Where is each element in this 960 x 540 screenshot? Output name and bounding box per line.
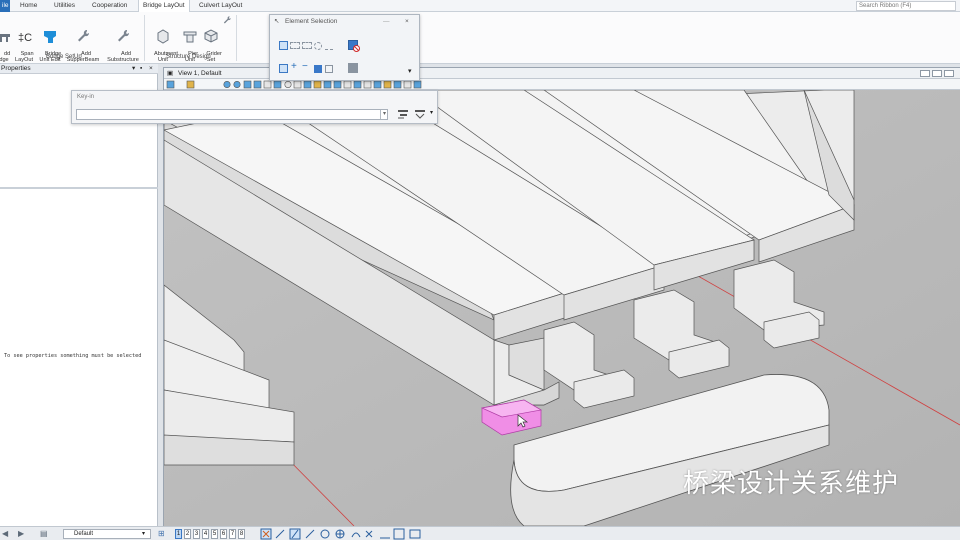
wrench-icon: [78, 29, 90, 42]
viewport-3d[interactable]: [164, 90, 960, 526]
minimize-icon[interactable]: —: [383, 15, 390, 29]
dropdown-icon[interactable]: ▾: [132, 64, 135, 74]
svg-text:‡C: ‡C: [18, 32, 32, 44]
bridge-unit-edit-icon: [44, 31, 56, 43]
keyin-title: Key-in: [77, 94, 95, 100]
select-circle-button[interactable]: [314, 42, 322, 50]
keyin-history-icon[interactable]: [414, 108, 426, 120]
span-layout-button[interactable]: ‡C Span LayOut: [12, 16, 36, 69]
ribbon-tab-bar: ile Home Utilities Cooperation Bridge La…: [0, 0, 960, 12]
grider-set-button[interactable]: Grider Set: [200, 16, 222, 69]
element-selection-title: Element Selection: [285, 18, 338, 25]
ribbon-search-input[interactable]: Search Ribbon (F4): [856, 1, 956, 11]
select-block-button[interactable]: [290, 42, 300, 49]
properties-title: Properties: [1, 65, 31, 72]
status-bar: ◀ ▶ ▤ Default ▾ ⊞ 1 2 3 4 5 6 7 8: [0, 526, 960, 540]
level-value: Default: [74, 531, 94, 537]
add-bridge-icon: [0, 34, 10, 42]
view-button-1[interactable]: 1: [175, 529, 182, 539]
ribbon-panel: dd dge ‡C Span LayOut Bridge Unit Edit A…: [0, 12, 960, 64]
view-button-7[interactable]: 7: [229, 529, 236, 539]
mode-subtract-icon[interactable]: −: [302, 61, 308, 72]
wrench-icon[interactable]: [222, 15, 232, 25]
pier-unit-button[interactable]: Pier Unit: [180, 16, 200, 69]
mode-invert-button[interactable]: [314, 65, 322, 73]
view-button-3[interactable]: 3: [193, 529, 200, 539]
folder-icon[interactable]: ▤: [40, 529, 48, 538]
keyin-input[interactable]: ▾: [76, 109, 388, 120]
element-selection-title-bar: ↖ Element Selection — ×: [270, 15, 419, 29]
pin-icon[interactable]: ▪: [140, 64, 142, 74]
group-separator: [236, 15, 237, 61]
close-icon[interactable]: ×: [405, 15, 409, 29]
group-separator: [144, 15, 145, 61]
tab-utilities[interactable]: Utilities: [50, 0, 79, 12]
view-button-5[interactable]: 5: [211, 529, 218, 539]
add-bridge-button[interactable]: dd dge: [0, 16, 12, 69]
chevron-down-icon[interactable]: ▾: [142, 530, 145, 539]
back-icon[interactable]: ◀: [2, 529, 8, 538]
view-button-4[interactable]: 4: [202, 529, 209, 539]
wrench-icon: [118, 29, 130, 42]
maximize-button[interactable]: [932, 70, 942, 77]
properties-splitter[interactable]: [0, 187, 158, 189]
select-filter-button[interactable]: [348, 63, 358, 73]
add-substructure-button[interactable]: Add Substructure: [103, 16, 143, 69]
view-icon: ▣: [167, 70, 174, 77]
span-layout-icon: ‡C: [18, 32, 32, 44]
pier-icon: [183, 31, 197, 43]
add-bridge-label: dd dge: [0, 51, 11, 63]
selection-arrow-icon: ↖: [274, 18, 280, 25]
tab-culvert-layout[interactable]: Culvert LayOut: [195, 0, 246, 12]
no-entry-icon: [353, 45, 360, 52]
minimize-button[interactable]: [920, 70, 930, 77]
close-button[interactable]: [944, 70, 954, 77]
mode-add-icon[interactable]: +: [291, 61, 297, 72]
keyin-browse-icon[interactable]: [397, 108, 409, 120]
properties-empty-message: To see properties something must be sele…: [4, 353, 142, 359]
view-title: View 1, Default: [178, 70, 222, 77]
keyin-menu-icon[interactable]: ▾: [430, 109, 433, 116]
chevron-down-icon[interactable]: ▾: [408, 67, 412, 75]
select-line-button[interactable]: [325, 42, 333, 50]
snap-toolbar-icons[interactable]: [260, 528, 435, 540]
view-button-8[interactable]: 8: [238, 529, 245, 539]
add-substructure-label: Add Substructure: [107, 51, 139, 63]
properties-header: Properties ▾ ▪ ×: [0, 64, 158, 74]
forward-icon[interactable]: ▶: [18, 529, 24, 538]
span-layout-label: Span LayOut: [14, 51, 34, 63]
select-individual-button[interactable]: [279, 41, 288, 50]
group-label-bridge-setup: Bridge SetUp: [46, 54, 82, 60]
abutment-icon: [157, 29, 169, 44]
bridge-unit-edit-button[interactable]: Bridge Unit Edit: [37, 16, 63, 69]
view-groups-icon[interactable]: ⊞: [158, 529, 165, 538]
tab-bridge-layout[interactable]: Bridge LayOut: [138, 0, 190, 12]
level-selector[interactable]: Default ▾: [63, 529, 151, 539]
group-label-structure-design: Structure Design: [166, 54, 211, 60]
chevron-down-icon[interactable]: ▾: [380, 110, 388, 119]
properties-panel: [0, 64, 158, 526]
element-selection-dialog: ↖ Element Selection — × + − ▾: [269, 14, 420, 81]
video-caption: 桥梁设计关系维护: [683, 469, 900, 499]
girder-set-icon: [204, 29, 218, 43]
view-button-2[interactable]: 2: [184, 529, 191, 539]
close-icon[interactable]: ×: [149, 64, 153, 74]
tab-file[interactable]: ile: [0, 0, 10, 12]
mode-new-button[interactable]: [279, 64, 288, 73]
select-shape-button[interactable]: [302, 42, 312, 49]
tab-cooperation[interactable]: Cooperation: [88, 0, 131, 12]
keyin-dialog: Key-in ▾ ▾: [71, 90, 438, 124]
abutment-unit-button[interactable]: Abutment Unit: [147, 16, 179, 69]
mode-clear-button[interactable]: [325, 65, 333, 73]
view-button-6[interactable]: 6: [220, 529, 227, 539]
tab-home[interactable]: Home: [16, 0, 41, 12]
add-supperbeam-button[interactable]: Add SupperBeam: [64, 16, 102, 69]
